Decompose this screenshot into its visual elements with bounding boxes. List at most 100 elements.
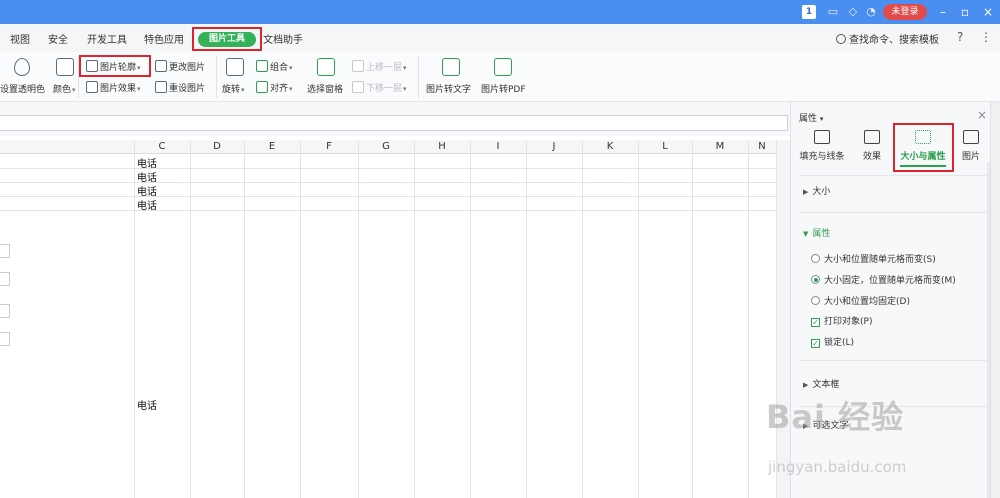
column-header-i[interactable]: I bbox=[470, 141, 526, 152]
cell-c2[interactable]: 电话 bbox=[137, 169, 157, 184]
column-header-j[interactable]: J bbox=[526, 141, 582, 152]
ribbon-separator bbox=[418, 56, 419, 98]
layout-icon[interactable] bbox=[0, 332, 10, 346]
cell-c3[interactable]: 电话 bbox=[137, 183, 157, 198]
section-properties[interactable]: ▼ 属性 bbox=[803, 226, 830, 239]
color-label: 颜色 bbox=[53, 85, 72, 95]
tab-fill-line[interactable]: 填充与线条 bbox=[799, 130, 845, 162]
picture-to-pdf-button[interactable]: 图片转PDF bbox=[481, 82, 526, 95]
group-label: 组合 bbox=[270, 63, 289, 73]
formula-bar bbox=[0, 102, 790, 136]
option-move-not-size-label: 大小固定，位置随单元格而变(M) bbox=[824, 276, 956, 286]
bell-icon[interactable]: ◔ bbox=[864, 5, 878, 19]
send-backward-button[interactable]: 下移一层▾ bbox=[352, 81, 407, 94]
rotate-icon bbox=[226, 58, 244, 76]
column-header-g[interactable]: G bbox=[358, 141, 414, 152]
bring-forward-label: 上移一层 bbox=[366, 63, 403, 73]
expand-icon: ▶ bbox=[803, 381, 809, 389]
tab-effects[interactable]: 效果 bbox=[857, 130, 887, 162]
cell-c1[interactable]: 电话 bbox=[137, 155, 157, 170]
bring-forward-button[interactable]: 上移一层▾ bbox=[352, 60, 407, 73]
column-header-e[interactable]: E bbox=[244, 141, 300, 152]
chevron-down-icon[interactable]: ▾ bbox=[820, 115, 824, 123]
tab-effects-label: 效果 bbox=[862, 152, 881, 162]
crop-icon[interactable] bbox=[0, 272, 10, 286]
column-header-h[interactable]: H bbox=[414, 141, 470, 152]
grid-line bbox=[190, 140, 191, 498]
color-button[interactable]: 颜色▾ bbox=[53, 82, 76, 95]
option-fixed[interactable]: 大小和位置均固定(D) bbox=[811, 294, 910, 307]
formula-input[interactable] bbox=[0, 115, 788, 131]
menu-bar: 视图 安全 开发工具 特色应用 图片工具 文档助手 查找命令、搜索模板 ? ⋮ bbox=[0, 24, 1000, 52]
minimize-icon[interactable]: – bbox=[935, 4, 951, 20]
rotate-button[interactable]: 旋转▾ bbox=[222, 82, 245, 95]
doc-icon[interactable]: ▭ bbox=[826, 5, 840, 19]
login-button[interactable]: 未登录 bbox=[883, 4, 927, 20]
picture-outline-button[interactable]: 图片轮廓▾ bbox=[86, 60, 141, 73]
checkbox-locked[interactable]: ✓ 锁定(L) bbox=[811, 335, 854, 348]
paint-bucket-icon bbox=[814, 130, 830, 144]
picture-to-text-button[interactable]: 图片转文字 bbox=[426, 82, 471, 95]
help-icon[interactable]: ? bbox=[957, 30, 963, 44]
option-move-not-size[interactable]: 大小固定，位置随单元格而变(M) bbox=[811, 273, 956, 286]
grid-line bbox=[582, 140, 583, 498]
tab-features[interactable]: 特色应用 bbox=[144, 31, 184, 46]
set-transparent-button[interactable]: 设置透明色 bbox=[0, 82, 45, 95]
column-header-d[interactable]: D bbox=[190, 141, 244, 152]
close-icon[interactable]: × bbox=[980, 4, 996, 20]
option-move-size-with-cells[interactable]: 大小和位置随单元格而变(S) bbox=[811, 252, 936, 265]
section-textbox[interactable]: ▶ 文本框 bbox=[803, 377, 839, 390]
grid-line bbox=[358, 140, 359, 498]
column-header-n[interactable]: N bbox=[748, 141, 776, 152]
tab-doc-assistant[interactable]: 文档助手 bbox=[263, 31, 303, 46]
tab-fill-line-label: 填充与线条 bbox=[799, 152, 845, 162]
selection-pane-icon bbox=[317, 58, 335, 76]
tab-picture[interactable]: 图片 bbox=[959, 130, 983, 162]
column-header-f[interactable]: F bbox=[300, 141, 358, 152]
window-count-badge[interactable]: 1 bbox=[802, 5, 816, 19]
vertical-scrollbar[interactable] bbox=[776, 140, 790, 498]
shirt-icon[interactable]: ◇ bbox=[846, 5, 860, 19]
change-picture-icon bbox=[155, 60, 167, 72]
tab-picture-tools-label: 图片工具 bbox=[198, 32, 256, 47]
section-size[interactable]: ▶ 大小 bbox=[803, 184, 830, 197]
selection-pane-button[interactable]: 选择窗格 bbox=[307, 82, 343, 95]
section-textbox-label: 文本框 bbox=[812, 380, 840, 390]
tab-view[interactable]: 视图 bbox=[10, 31, 30, 46]
send-backward-label: 下移一层 bbox=[366, 84, 403, 94]
color-icon bbox=[56, 58, 74, 76]
tab-picture-tools[interactable]: 图片工具 bbox=[192, 27, 262, 51]
change-picture-button[interactable]: 更改图片 bbox=[155, 60, 205, 73]
command-search[interactable]: 查找命令、搜索模板 bbox=[836, 31, 939, 46]
tab-developer[interactable]: 开发工具 bbox=[87, 31, 127, 46]
reset-picture-button[interactable]: 重设图片 bbox=[155, 81, 205, 94]
column-header-k[interactable]: K bbox=[582, 141, 638, 152]
tab-security[interactable]: 安全 bbox=[48, 31, 68, 46]
rotate-label: 旋转 bbox=[222, 85, 241, 95]
panel-close-icon[interactable]: × bbox=[977, 108, 987, 122]
grid-line bbox=[692, 140, 693, 498]
column-header-m[interactable]: M bbox=[692, 141, 748, 152]
panel-title: 属性 ▾ bbox=[799, 111, 823, 124]
align-button[interactable]: 对齐▾ bbox=[256, 81, 293, 94]
column-header-l[interactable]: L bbox=[638, 141, 692, 152]
restore-icon[interactable]: ▫ bbox=[957, 4, 973, 20]
more-icon[interactable]: ⋮ bbox=[980, 30, 992, 44]
cell-c4[interactable]: 电话 bbox=[137, 197, 157, 212]
picture-to-text-icon bbox=[442, 58, 460, 76]
tab-picture-label: 图片 bbox=[961, 152, 980, 162]
radio-button-selected bbox=[811, 275, 820, 284]
checkbox-print-object[interactable]: ✓ 打印对象(P) bbox=[811, 314, 872, 327]
zoom-icon[interactable] bbox=[0, 244, 10, 258]
picture-effects-button[interactable]: 图片效果▾ bbox=[86, 81, 141, 94]
column-header-c[interactable]: C bbox=[134, 141, 190, 152]
picture-effects-label: 图片效果 bbox=[100, 84, 137, 94]
frame-icon[interactable] bbox=[0, 304, 10, 318]
option-fixed-label: 大小和位置均固定(D) bbox=[824, 297, 910, 307]
panel-divider bbox=[799, 175, 993, 176]
grid-line bbox=[0, 196, 776, 197]
grid-line bbox=[414, 140, 415, 498]
cell-c-phone[interactable]: 电话 bbox=[137, 397, 157, 412]
grid-line bbox=[300, 140, 301, 498]
group-button[interactable]: 组合▾ bbox=[256, 60, 293, 73]
